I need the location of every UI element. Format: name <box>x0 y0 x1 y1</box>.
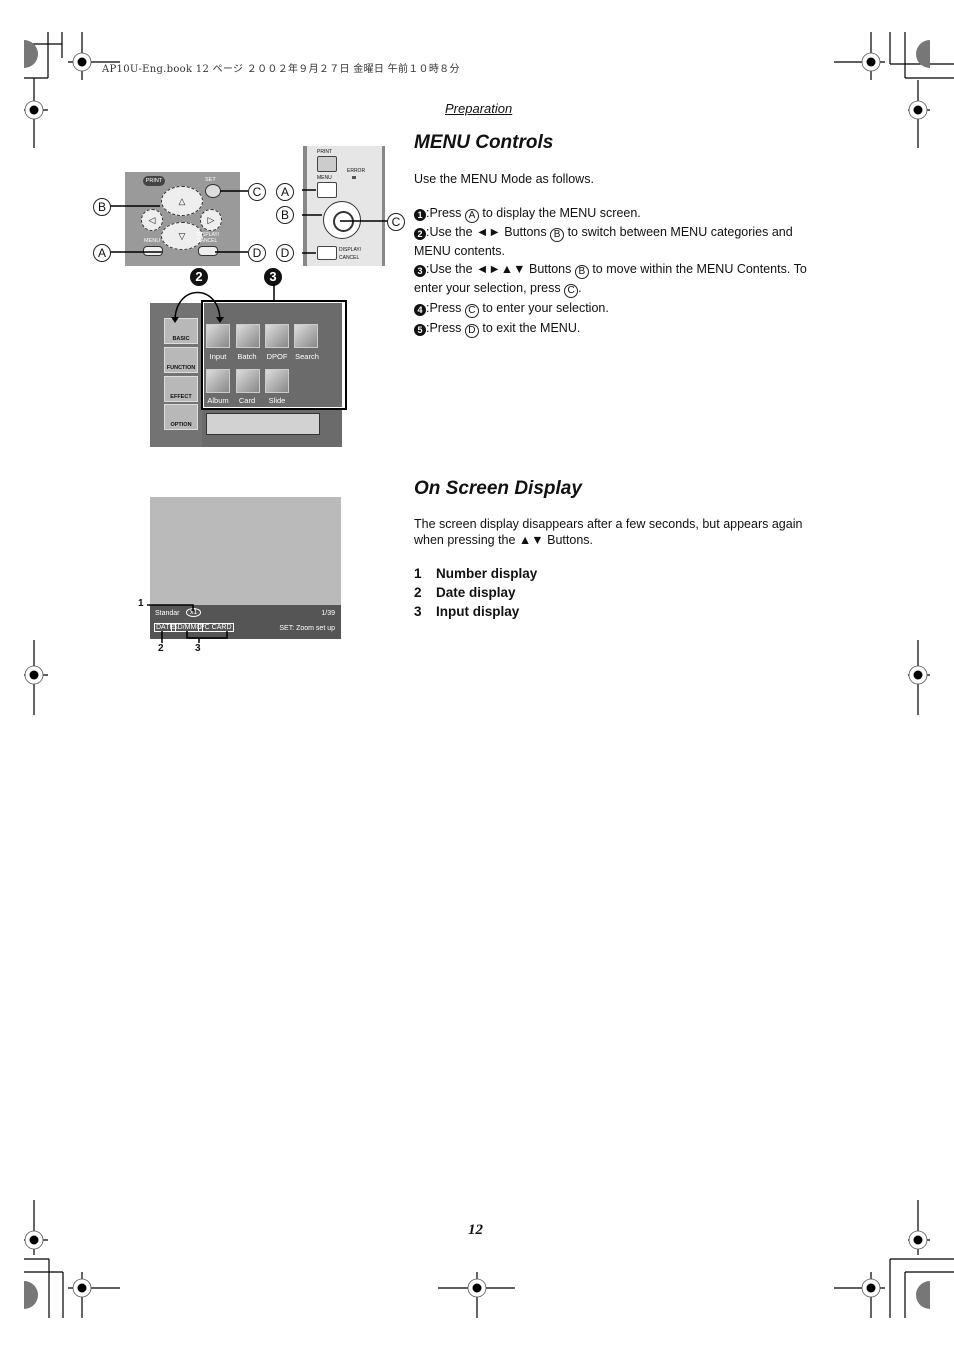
callout-d-unit: D <box>276 244 294 262</box>
osd-description: The screen display disappears after a fe… <box>414 517 803 547</box>
content-search: Search <box>295 352 319 361</box>
step-text: to enter your selection. <box>478 301 609 315</box>
osd-item-list: 1 Number display 2 Date display 3 Input dis… <box>414 566 537 623</box>
osd-count: 1/39 <box>321 610 335 617</box>
step-number: 1 <box>414 209 426 221</box>
content-batch: Batch <box>237 352 257 361</box>
menu-step: 5:Press D to exit the MENU. <box>414 319 824 338</box>
step-text: :Use the ◄► Buttons <box>426 225 551 239</box>
osd-callout-3: 3 <box>195 643 201 654</box>
osd-item: 1 Number display <box>414 566 537 585</box>
content-card: Card <box>238 396 256 405</box>
callout-d-remote: D <box>248 244 266 262</box>
step-text: :Press <box>426 321 465 335</box>
unit-print-button <box>317 156 337 172</box>
menu-step: 2:Use the ◄► Buttons B to switch between… <box>414 223 824 260</box>
menu-arrows <box>171 283 275 323</box>
callout-a-unit: A <box>276 183 294 201</box>
step-number: 5 <box>414 324 426 336</box>
button-ref: B <box>550 228 565 242</box>
error-led-icon <box>352 176 356 179</box>
dpof-icon <box>265 324 289 348</box>
category-effect: EFFECT <box>164 376 198 402</box>
osd-hint: SET: Zoom set up <box>279 625 335 632</box>
step-text: to exit the MENU. <box>478 321 581 335</box>
step-text: to display the MENU screen. <box>478 206 641 220</box>
button-ref: A <box>464 209 479 223</box>
content-input: Input <box>209 352 227 361</box>
menu-controls-title: MENU Controls <box>414 132 554 153</box>
callout-a-remote: A <box>93 244 111 262</box>
input-icon <box>206 324 230 348</box>
menu-step: 1:Press A to display the MENU screen. <box>414 204 824 223</box>
osd-item: 2 Date display <box>414 585 537 604</box>
step-number: 4 <box>414 304 426 316</box>
step-text: . <box>578 281 582 295</box>
slide-icon <box>265 369 289 393</box>
search-icon <box>294 324 318 348</box>
page-number: 12 <box>468 1222 483 1238</box>
step-text: :Use the ◄►▲▼ Buttons <box>426 262 575 276</box>
osd-item-number: 1 <box>414 566 422 581</box>
category-option: OPTION <box>164 404 198 430</box>
osd-callout-2: 2 <box>158 643 164 654</box>
step-text: :Press <box>426 301 465 315</box>
menu-steps: 1:Press A to display the MENU screen. 2:… <box>414 204 824 338</box>
osd-item-label: Number display <box>436 566 538 581</box>
category-function: FUNCTION <box>164 347 198 373</box>
callout-b-unit: B <box>276 206 294 224</box>
button-ref: C <box>564 284 579 298</box>
callout-b-remote: B <box>93 198 111 216</box>
content-dpof: DPOF <box>266 352 288 361</box>
unit-error-label: ERROR <box>347 168 366 174</box>
step-number: 2 <box>414 228 426 240</box>
osd-item-number: 2 <box>414 585 422 600</box>
step-number: 3 <box>414 265 426 277</box>
osd-callout-1: 1 <box>138 598 144 609</box>
button-ref: C <box>464 304 479 318</box>
unit-print-label: PRINT <box>317 149 332 155</box>
osd-item: 3 Input display <box>414 604 537 623</box>
content-slide: Slide <box>268 396 286 405</box>
osd-item-label: Input display <box>436 604 520 619</box>
step-text: :Press <box>426 206 465 220</box>
callout-c-unit: C <box>387 213 405 231</box>
button-ref: D <box>464 324 479 338</box>
content-album: Album <box>207 396 229 405</box>
menu-step: 3:Use the ◄►▲▼ Buttons B to move within … <box>414 260 824 298</box>
album-icon <box>206 369 230 393</box>
menu-screen-illustration: BASIC FUNCTION EFFECT OPTION Input Batch… <box>150 300 347 447</box>
osd-item-number: 3 <box>414 604 422 619</box>
button-ref: B <box>574 265 589 279</box>
card-icon <box>236 369 260 393</box>
menu-description-box <box>206 413 320 435</box>
osd-title: On Screen Display <box>414 478 582 499</box>
osd-item-label: Date display <box>436 585 516 600</box>
menu-controls-intro: Use the MENU Mode as follows. <box>414 172 594 186</box>
menu-step: 4:Press C to enter your selection. <box>414 299 824 318</box>
batch-icon <box>236 324 260 348</box>
callout-c-remote: C <box>248 183 266 201</box>
